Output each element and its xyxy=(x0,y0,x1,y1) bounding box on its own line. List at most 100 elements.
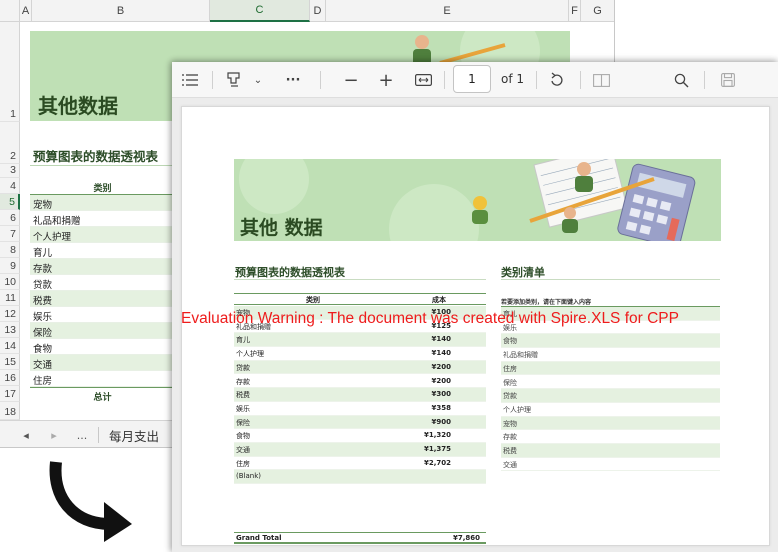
highlighter-icon[interactable] xyxy=(222,68,244,92)
sheet-cell[interactable]: 娱乐 xyxy=(30,307,175,323)
row-header-7[interactable]: 7 xyxy=(0,226,20,242)
category-list-item: 交通 xyxy=(501,458,720,472)
pivot-category: 保险 xyxy=(236,418,250,427)
curved-arrow-icon xyxy=(49,461,132,542)
toolbar-divider xyxy=(536,71,537,89)
row-header-6[interactable]: 6 xyxy=(0,210,20,226)
column-header-d[interactable]: D xyxy=(310,0,326,22)
row-header-1[interactable]: 1 xyxy=(0,22,20,122)
row-header-11[interactable]: 11 xyxy=(0,290,20,306)
row-header-10[interactable]: 10 xyxy=(0,274,20,290)
sheet-title-divider xyxy=(30,165,175,166)
row-header-15[interactable]: 15 xyxy=(0,354,20,370)
row-header-8[interactable]: 8 xyxy=(0,242,20,258)
sheet-tab[interactable]: 每月支出 xyxy=(101,423,167,447)
search-icon[interactable] xyxy=(670,68,692,92)
column-header-a[interactable]: A xyxy=(20,0,32,22)
pivot-row: 育儿 ¥140 xyxy=(234,333,486,348)
pivot-table-title: 预算图表的数据透视表 xyxy=(235,266,345,279)
toolbar-divider xyxy=(704,71,705,89)
column-header-g[interactable]: G xyxy=(581,0,614,22)
pivot-row: 娱乐 ¥358 xyxy=(234,402,486,416)
sheet-cell[interactable]: 住房 xyxy=(30,371,175,387)
toolbar-divider xyxy=(212,71,213,89)
select-all-corner[interactable] xyxy=(0,0,20,22)
document-banner-title: 其他 数据 xyxy=(240,217,323,239)
pivot-row: 个人护理 ¥140 xyxy=(234,347,486,361)
sheet-cell[interactable]: 保险 xyxy=(30,323,175,339)
sheet-banner-title: 其他数据 xyxy=(38,94,118,118)
category-list-item: 贷款 xyxy=(501,389,720,403)
save-icon[interactable] xyxy=(717,68,739,92)
sheet-total-cell[interactable]: 总计 xyxy=(30,387,175,403)
sheet-cell[interactable]: 宠物 xyxy=(30,195,175,211)
page-number-input[interactable]: 1 xyxy=(453,65,491,93)
fit-width-icon[interactable] xyxy=(412,68,434,92)
pivot-category: 育儿 xyxy=(236,336,250,345)
sheet-cell[interactable]: 交通 xyxy=(30,355,175,371)
pdf-toolbar: ⌄ ··· − + 1 of 1 xyxy=(172,62,778,98)
contents-icon[interactable] xyxy=(178,68,202,92)
row-header-4[interactable]: 4 xyxy=(0,178,20,194)
two-page-icon[interactable] xyxy=(590,68,612,92)
row-header-2[interactable]: 2 xyxy=(0,122,20,164)
sheet-cell[interactable]: 个人护理 xyxy=(30,227,175,243)
pivot-category: 住房 xyxy=(236,459,250,468)
row-header-9[interactable]: 9 xyxy=(0,258,20,274)
pivot-cost: ¥2,702 xyxy=(423,458,451,467)
row-header-17[interactable]: 17 xyxy=(0,386,20,402)
row-header-16[interactable]: 16 xyxy=(0,370,20,386)
toolbar-divider xyxy=(580,71,581,89)
pivot-row: 贷款 ¥200 xyxy=(234,360,486,375)
sheet-category-header[interactable]: 类别 xyxy=(30,179,175,195)
category-list-item: 礼品和捐赠 xyxy=(501,348,720,362)
grand-total-value: ¥7,860 xyxy=(452,534,480,542)
toolbar-divider xyxy=(320,71,321,89)
sheet-cell[interactable]: 食物 xyxy=(30,339,175,355)
pivot-title-divider xyxy=(234,279,486,280)
row-header-5[interactable]: 5 xyxy=(0,194,20,210)
column-header-c[interactable]: C xyxy=(210,0,310,22)
sheet-cell[interactable]: 存款 xyxy=(30,259,175,275)
tab-scroll-left-icon[interactable]: ◂ xyxy=(17,426,35,444)
category-list-item: 宠物 xyxy=(501,416,720,431)
zoom-in-button[interactable]: + xyxy=(375,68,397,92)
tab-divider xyxy=(98,427,99,443)
category-list-title: 类别清单 xyxy=(501,266,545,279)
sheet-cell[interactable]: 礼品和捐赠 xyxy=(30,211,175,227)
category-list-item: 保险 xyxy=(501,376,720,390)
column-header-b[interactable]: B xyxy=(32,0,210,22)
pivot-category: 税费 xyxy=(236,391,250,400)
pivot-category: 个人护理 xyxy=(236,350,264,359)
pivot-cost: ¥1,320 xyxy=(423,431,451,440)
sheet-cell[interactable]: 税费 xyxy=(30,291,175,307)
pivot-row: 存款 ¥200 xyxy=(234,375,486,389)
rotate-icon[interactable] xyxy=(546,68,568,92)
pivot-grand-total-row: Grand Total ¥7,860 xyxy=(234,532,486,544)
tab-scroll-right-icon[interactable]: ▸ xyxy=(45,426,63,444)
pivot-header-cost: 成本 xyxy=(432,296,446,304)
column-header-f[interactable]: F xyxy=(569,0,581,22)
row-header-18[interactable]: 18 xyxy=(0,402,20,420)
pivot-category: 存款 xyxy=(236,377,250,386)
pivot-row: 交通 ¥1,375 xyxy=(234,443,486,457)
row-header-13[interactable]: 13 xyxy=(0,322,20,338)
pivot-cost: ¥358 xyxy=(431,403,451,412)
more-options-button[interactable]: ··· xyxy=(282,68,304,92)
column-header-e[interactable]: E xyxy=(326,0,569,22)
pivot-category: (Blank) xyxy=(236,472,261,481)
category-list-item: 税费 xyxy=(501,444,720,458)
pivot-category: 贷款 xyxy=(236,363,250,372)
pivot-cost: ¥140 xyxy=(431,349,451,358)
pivot-cost: ¥300 xyxy=(431,390,451,399)
zoom-out-button[interactable]: − xyxy=(340,68,362,92)
chevron-down-icon[interactable]: ⌄ xyxy=(250,68,266,92)
row-header-3[interactable]: 3 xyxy=(0,164,20,178)
toolbar-divider xyxy=(444,71,445,89)
pivot-row: 保险 ¥900 xyxy=(234,415,486,430)
sheet-cell[interactable]: 育儿 xyxy=(30,243,175,259)
tab-more-button[interactable]: ... xyxy=(73,426,91,444)
row-header-12[interactable]: 12 xyxy=(0,306,20,322)
sheet-cell[interactable]: 贷款 xyxy=(30,275,175,291)
row-header-14[interactable]: 14 xyxy=(0,338,20,354)
